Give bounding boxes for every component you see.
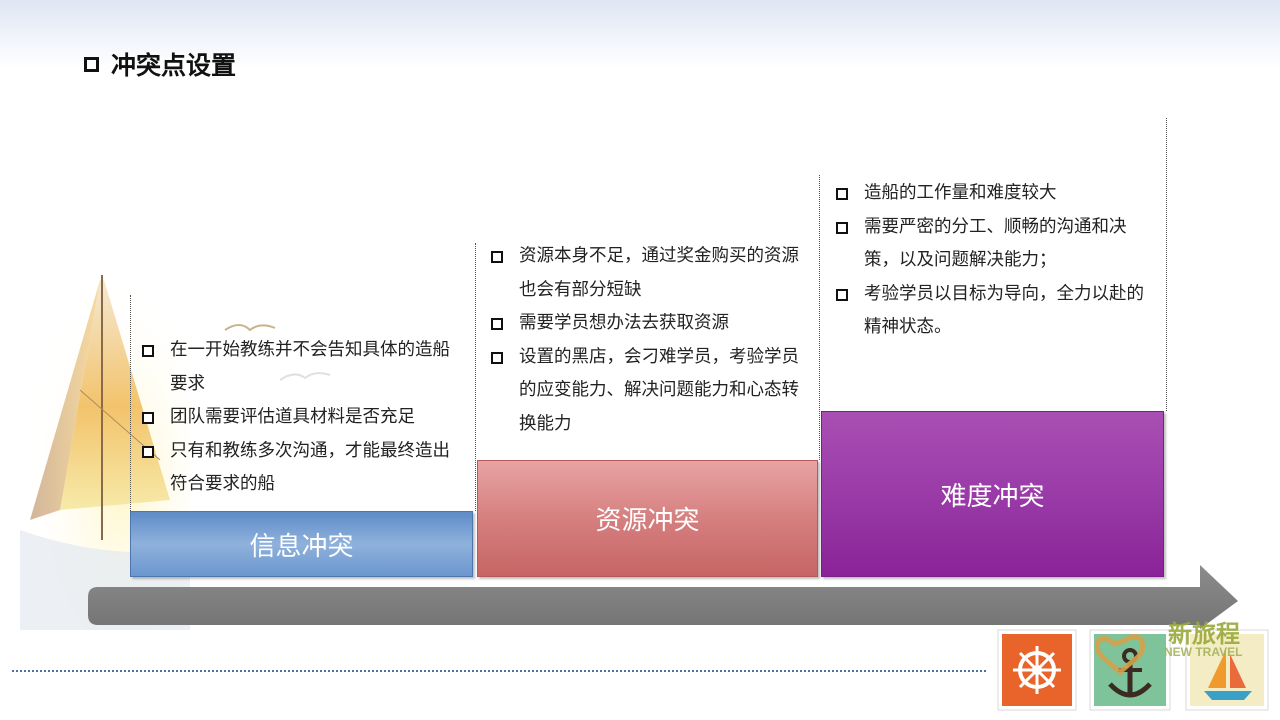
square-bullet-icon — [142, 445, 154, 458]
anchor-icon — [1089, 629, 1171, 711]
page-title-text: 冲突点设置 — [111, 51, 237, 80]
step-label: 信息冲突 — [249, 531, 354, 562]
footer-divider — [12, 670, 986, 672]
list-item: 需要学员想办法去获取资源 — [489, 307, 809, 341]
logo-cn-text: 新旅程 — [1168, 620, 1240, 648]
column-divider — [1166, 118, 1167, 411]
square-bullet-icon — [491, 251, 503, 263]
resource-conflict-step: 资源冲突 — [477, 460, 818, 577]
square-bullet-icon — [836, 221, 848, 234]
resource-conflict-list: 资源本身不足，通过奖金购买的资源也会有部分短缺 需要学员想办法去获取资源 设置的… — [489, 240, 809, 441]
square-bullet-icon — [142, 345, 154, 357]
step-label: 资源冲突 — [595, 506, 700, 536]
difficulty-conflict-step: 难度冲突 — [821, 411, 1164, 577]
list-item: 需要严密的分工、顺畅的沟通和决策，以及问题解决能力； — [834, 211, 1154, 278]
step-label: 难度冲突 — [940, 481, 1045, 512]
column-divider — [819, 175, 820, 460]
ship-wheel-icon — [997, 629, 1077, 711]
info-conflict-list: 在一开始教练并不会告知具体的造船要求 团队需要评估道具材料是否充足 只有和教练多… — [140, 334, 462, 502]
list-item: 设置的黑店，会刁难学员，考验学员的应变能力、解决问题能力和心态转换能力 — [489, 341, 809, 442]
list-item: 造船的工作量和难度较大 — [834, 177, 1154, 211]
difficulty-conflict-list: 造船的工作量和难度较大 需要严密的分工、顺畅的沟通和决策，以及问题解决能力； 考… — [834, 177, 1154, 345]
page-title: 冲突点设置 — [84, 46, 236, 82]
column-divider — [130, 295, 131, 511]
square-bullet-icon — [836, 188, 848, 200]
logo-en-text: NEW TRAVEL — [1164, 645, 1242, 659]
list-item: 在一开始教练并不会告知具体的造船要求 — [140, 334, 462, 401]
new-travel-logo: 新旅程 NEW TRAVEL — [997, 620, 1269, 711]
list-item: 团队需要评估道具材料是否充足 — [140, 401, 462, 435]
square-bullet-icon — [84, 56, 99, 72]
square-bullet-icon — [491, 318, 503, 330]
column-divider — [475, 243, 476, 511]
list-item: 考验学员以目标为导向，全力以赴的精神状态。 — [834, 278, 1154, 345]
list-item: 只有和教练多次沟通，才能最终造出符合要求的船 — [140, 435, 462, 502]
square-bullet-icon — [491, 351, 503, 364]
list-item: 资源本身不足，通过奖金购买的资源也会有部分短缺 — [489, 240, 809, 307]
square-bullet-icon — [142, 412, 154, 424]
square-bullet-icon — [836, 288, 848, 301]
